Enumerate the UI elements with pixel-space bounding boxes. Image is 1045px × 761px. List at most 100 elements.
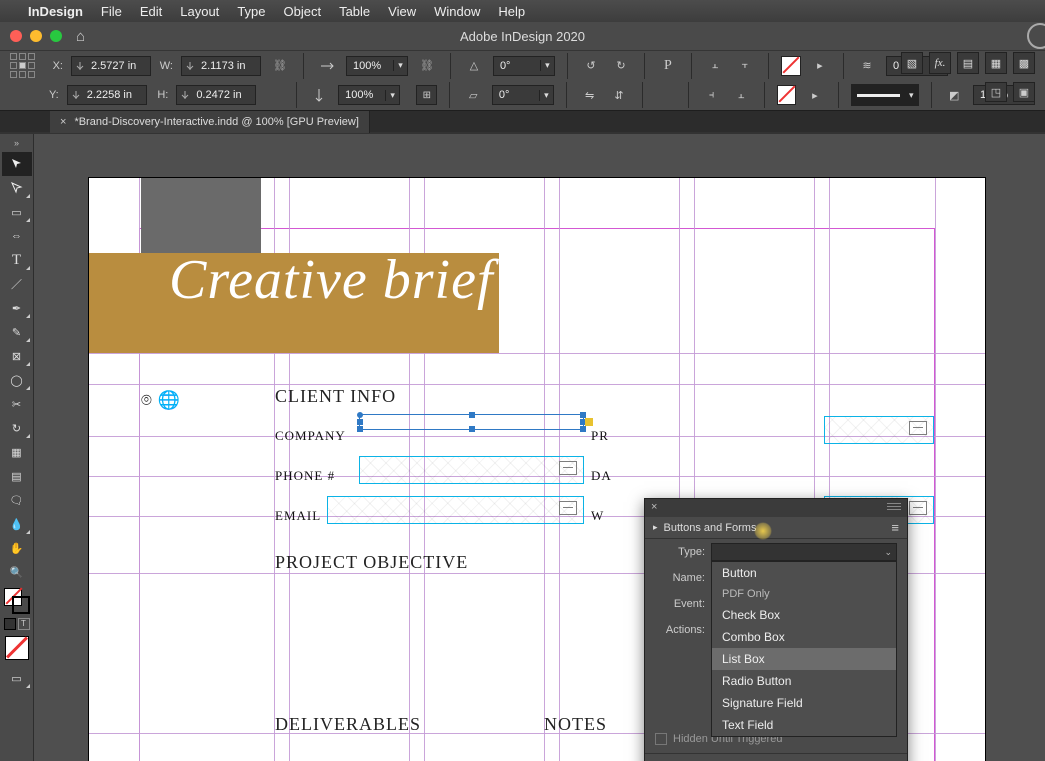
stroke-menu-arrow-icon[interactable]: ▸ [804, 85, 825, 105]
scale-y-dropdown[interactable]: 100%▾ [338, 85, 400, 105]
ellipse-tool[interactable]: ◯ [2, 368, 32, 392]
text-wrap-shape-icon[interactable]: ▩ [1013, 52, 1035, 74]
type-option-listbox[interactable]: List Box [712, 648, 896, 670]
text-wrap-bbox-icon[interactable]: ▦ [985, 52, 1007, 74]
scissors-tool[interactable]: ✂ [2, 392, 32, 416]
panel-drag-bar[interactable]: × [645, 499, 907, 517]
zoom-window-button[interactable] [50, 30, 62, 42]
rectangle-frame-tool[interactable]: ⊠ [2, 344, 32, 368]
autofit-icon[interactable]: ⊞ [416, 85, 437, 105]
flip-v-icon[interactable]: ⇵ [608, 85, 629, 105]
scale-x-dropdown[interactable]: 100%▾ [346, 56, 408, 76]
rotate-dropdown[interactable]: 0°▾ [493, 56, 555, 76]
stroke-none-swatch[interactable] [777, 85, 796, 105]
fill-none-swatch[interactable] [781, 56, 801, 76]
drop-shadow-icon[interactable]: ▧ [901, 52, 923, 74]
close-tab-icon[interactable]: × [60, 116, 66, 128]
y-field[interactable] [67, 85, 147, 105]
pen-tool[interactable]: ✒ [2, 296, 32, 320]
text-wrap-none-icon[interactable]: ▤ [957, 52, 979, 74]
type-option-textfield[interactable]: Text Field [712, 714, 896, 736]
type-option-button[interactable]: Button [712, 562, 896, 584]
line-tool[interactable]: ／ [2, 272, 32, 296]
pencil-tool[interactable]: ✎ [2, 320, 32, 344]
format-container-text-toggle[interactable]: T [4, 618, 30, 630]
selected-object[interactable] [359, 414, 584, 430]
flip-h-icon[interactable]: ⇋ [579, 85, 600, 105]
paragraph-style-icon[interactable]: P [657, 56, 679, 76]
fill-stroke-proxy[interactable] [4, 588, 30, 614]
gradient-feather-tool[interactable]: ▤ [2, 464, 32, 488]
apply-none-icon[interactable] [5, 636, 29, 660]
type-tool[interactable]: T [2, 248, 32, 272]
document-tab[interactable]: × *Brand-Discovery-Interactive.indd @ 10… [50, 111, 370, 133]
panel-grip-icon[interactable] [887, 503, 901, 511]
distribute-h-icon[interactable]: ⫞ [701, 85, 722, 105]
free-transform-tool[interactable]: ↻ [2, 416, 32, 440]
shear-dropdown[interactable]: 0°▾ [492, 85, 554, 105]
constrain-wh-icon[interactable]: ⛓ [273, 59, 287, 72]
fill-menu-arrow-icon[interactable]: ▸ [809, 56, 831, 76]
menu-file[interactable]: File [101, 4, 122, 19]
menu-help[interactable]: Help [498, 4, 525, 19]
panel-close-icon[interactable]: × [651, 501, 657, 513]
hand-tool[interactable]: ✋ [2, 536, 32, 560]
menu-object[interactable]: Object [284, 4, 322, 19]
frame-fit-icon[interactable]: ▣ [1013, 82, 1035, 102]
w-field[interactable] [181, 56, 261, 76]
shear-icon: ▱ [462, 85, 483, 105]
zoom-tool[interactable]: 🔍 [2, 560, 32, 584]
screen-mode-icon[interactable]: ▭ [2, 666, 32, 690]
label-x: X: [49, 60, 63, 72]
distribute-v-icon[interactable]: ⫠ [730, 85, 751, 105]
corner-options-icon[interactable]: ◳ [985, 82, 1007, 102]
align-edges-icon[interactable]: ⫟ [734, 56, 756, 76]
rotate-cw-icon[interactable]: ↻ [610, 56, 632, 76]
workspace-switch-icon[interactable] [1027, 23, 1045, 49]
close-window-button[interactable] [10, 30, 22, 42]
section-client-info: CLIENT INFO [275, 386, 396, 407]
h-field[interactable] [176, 85, 256, 105]
instagram-icon[interactable]: ⌾ [141, 390, 152, 411]
panel-menu-icon[interactable]: ≡ [891, 520, 899, 535]
page-tool[interactable]: ▭ [2, 200, 32, 224]
gradient-swatch-tool[interactable]: ▦ [2, 440, 32, 464]
type-option-checkbox[interactable]: Check Box [712, 604, 896, 626]
stroke-style-dropdown[interactable]: ▾ [851, 84, 919, 106]
tools-collapse-icon[interactable]: » [14, 138, 19, 148]
x-field[interactable] [71, 56, 151, 76]
actions-label: Actions: [655, 624, 705, 636]
app-menu[interactable]: InDesign [28, 4, 83, 19]
fx-icon[interactable]: fx. [929, 52, 951, 74]
menu-layout[interactable]: Layout [180, 4, 219, 19]
minimize-window-button[interactable] [30, 30, 42, 42]
menu-table[interactable]: Table [339, 4, 370, 19]
direct-selection-tool[interactable] [2, 176, 32, 200]
type-option-radio[interactable]: Radio Button [712, 670, 896, 692]
form-text-field[interactable] [824, 416, 934, 444]
rotate-ccw-icon[interactable]: ↺ [580, 56, 602, 76]
canvas[interactable]: Creative brief ⌾ 🌐 CLIENT INFO COMPANY P… [34, 134, 1045, 761]
menu-type[interactable]: Type [237, 4, 265, 19]
type-option-combobox[interactable]: Combo Box [712, 626, 896, 648]
label-da: DA [591, 468, 612, 484]
buttons-forms-panel[interactable]: × ▸ Buttons and Forms ≡ Type: ⌄ Button P… [644, 498, 908, 761]
type-dropdown[interactable]: ⌄ Button PDF Only Check Box Combo Box Li… [711, 543, 897, 561]
reference-point-grid[interactable] [10, 53, 35, 78]
panel-expand-icon[interactable]: ▸ [653, 522, 658, 533]
constrain-scale-icon[interactable]: ⛓ [420, 59, 434, 72]
selection-tool[interactable] [2, 152, 32, 176]
note-tool[interactable]: 🗨 [2, 488, 32, 512]
menu-window[interactable]: Window [434, 4, 480, 19]
form-text-field[interactable] [359, 456, 584, 484]
type-option-signature[interactable]: Signature Field [712, 692, 896, 714]
menu-edit[interactable]: Edit [140, 4, 162, 19]
align-panel-icon[interactable]: ⫠ [704, 56, 726, 76]
globe-icon[interactable]: 🌐 [158, 390, 180, 411]
menu-view[interactable]: View [388, 4, 416, 19]
home-icon[interactable]: ⌂ [76, 28, 85, 45]
form-text-field[interactable] [327, 496, 584, 524]
eyedropper-tool[interactable]: 💧 [2, 512, 32, 536]
gap-tool[interactable]: ⇔ [2, 224, 32, 248]
control-bar-right: ▧ fx. ▤ ▦ ▩ [901, 52, 1035, 74]
